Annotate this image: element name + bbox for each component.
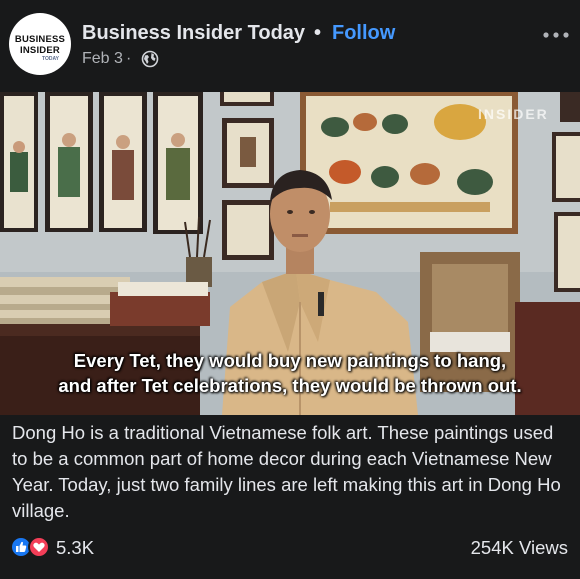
avatar-logo-line1: BUSINESS: [14, 34, 66, 45]
date-separator: ·: [126, 50, 132, 67]
post-description: Dong Ho is a traditional Vietnamese folk…: [12, 422, 561, 521]
scroll-painting-3: [99, 92, 147, 232]
subtitle-line-2: and after Tet celebrations, they would b…: [58, 375, 522, 396]
more-horizontal-icon[interactable]: [542, 28, 570, 42]
reaction-count[interactable]: 5.3K: [56, 537, 94, 559]
love-icon: [28, 536, 50, 558]
globe-icon: [141, 50, 159, 68]
scroll-painting-4: [153, 92, 203, 234]
scroll-painting-1: [0, 92, 38, 232]
name-separator: •: [314, 22, 322, 44]
page-avatar[interactable]: BUSINESS INSIDER TODAY: [9, 13, 71, 75]
post-date[interactable]: Feb 3: [82, 50, 123, 68]
follow-button[interactable]: Follow: [332, 22, 395, 45]
video-watermark: INSIDER: [478, 106, 549, 122]
post-header: BUSINESS INSIDER TODAY Business Insider …: [0, 0, 580, 92]
video-player[interactable]: INSIDER Every Tet, they would buy new pa…: [0, 92, 580, 415]
avatar-logo-line2: INSIDER: [20, 45, 60, 56]
reactions-summary[interactable]: 5.3K: [10, 535, 110, 559]
facebook-video-post: BUSINESS INSIDER TODAY Business Insider …: [0, 0, 580, 579]
page-name-link[interactable]: Business Insider Today: [82, 22, 305, 45]
scroll-painting-2: [45, 92, 93, 232]
avatar-logo-sub: TODAY: [42, 56, 59, 62]
subtitle-line-1: Every Tet, they would buy new paintings …: [73, 350, 507, 371]
view-count: 254K Views: [470, 537, 568, 558]
